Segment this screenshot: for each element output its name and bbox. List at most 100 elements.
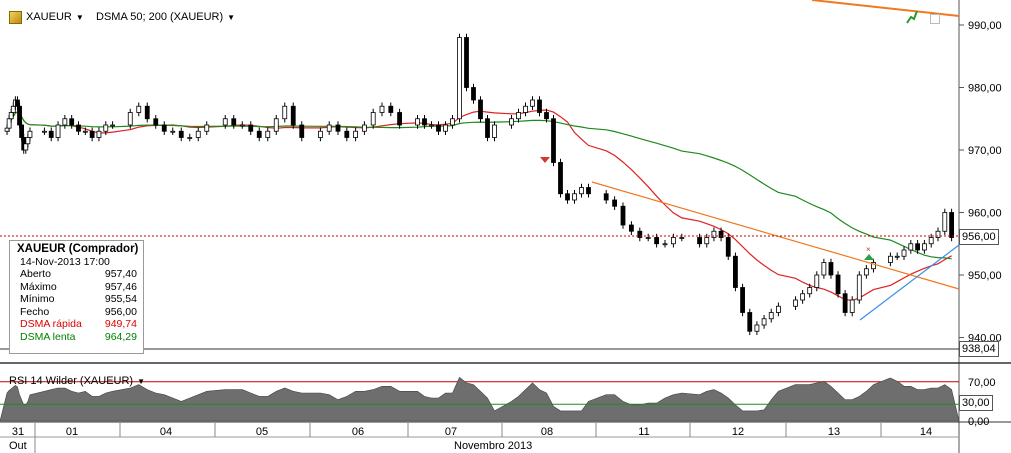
candle-body [485,118,490,138]
candle-body [153,118,159,126]
candle-body [828,262,834,276]
rsi-indicator-selector[interactable]: RSI 14 Wilder (XAUEUR) ▼ [9,373,145,389]
candle-body [436,124,441,132]
sell-signal-marker[interactable] [540,157,550,163]
symbol-selector[interactable]: XAUEUR ▼ [9,9,84,25]
chart-window: 990,00 980,00 970,00 960,00 950,00 940,00 70,… [0,0,1011,453]
candle-body [17,105,22,126]
price-tick-label: 990,00 [968,20,1002,32]
price-tick-label: 980,00 [968,83,1002,95]
candle-body [195,130,201,138]
candle-body [69,118,75,126]
candle-body [537,99,542,113]
info-row-value: 964,29 [104,330,137,343]
candle-body [586,187,591,195]
candle-body [82,130,88,133]
dsma-slow-line [6,111,952,260]
candle-body [551,118,556,163]
info-row: Aberto 957,40 [10,268,143,281]
candle-body [96,130,102,138]
candle-body [776,305,781,313]
candle-body [248,124,254,132]
candle-body [361,124,367,132]
candle-body [935,230,941,238]
support-trendline[interactable] [859,244,960,321]
day-tick-label: 08 [541,426,553,438]
candle-body [800,293,806,301]
month-label-left: Out [9,440,27,452]
info-row: Fecho 956,00 [10,306,143,319]
indicator-selector[interactable]: DSMA 50; 200 (XAUEUR) ▼ [96,9,235,25]
info-row-label: Aberto [20,268,51,280]
candle-body [711,230,717,238]
candle-body [679,237,685,239]
info-row-value: 957,46 [104,280,137,293]
day-tick-label: 05 [256,426,268,438]
info-row: Máximo 957,46 [10,281,143,294]
candle-body [48,130,54,138]
trendlines [591,0,960,321]
candle-body [161,124,167,132]
day-tick-label: 04 [160,426,172,438]
candle-body [397,112,403,126]
moving-averages [6,109,952,302]
candle-body [42,130,47,133]
candle-body [136,105,142,113]
info-rows: Aberto 957,40 Máximo 957,46 Mínimo 955,54 Fech… [10,268,143,343]
info-datetime: 14-Nov-2013 17:00 [20,256,110,268]
info-row-value: 957,40 [104,268,137,280]
chevron-down-icon: ▼ [137,376,145,386]
candle-body [344,130,350,138]
candle-body [25,137,31,145]
candle-body [901,249,907,257]
candle-body [335,124,341,132]
candle-body [761,318,767,326]
window-restore-icon[interactable] [930,14,940,24]
day-tick-label: 14 [920,426,932,438]
candle-body [317,130,323,138]
day-tick-label: 31 [12,426,24,438]
candle-body [326,124,332,132]
candle-body [464,37,469,88]
candle-body [704,237,710,245]
candle-body [835,274,841,295]
indicator-label: DSMA 50; 200 (XAUEUR) [96,11,224,23]
trend-tool-icon[interactable] [906,10,918,24]
candle-body [6,118,12,129]
candle-body [415,118,420,126]
candle-body [888,255,893,263]
buy-signal-marker[interactable] [864,254,874,260]
info-row-label: DSMA lenta [20,330,76,343]
candle-body [740,287,745,313]
candle-body [103,124,109,132]
candle-body [471,87,476,101]
candle-body [492,124,497,138]
candle-body [10,105,16,113]
candle-body [457,37,462,120]
info-row-value: 956,00 [104,305,137,318]
candle-body [144,105,150,120]
candle-body [654,237,659,245]
candle-body [942,212,948,232]
candle-body [908,243,914,251]
candle-body [8,112,14,120]
info-title: XAUEUR (Comprador) [17,243,139,255]
candle-body [662,243,668,246]
price-tick-label: 970,00 [968,145,1002,157]
candle-body [23,143,29,151]
candle-body [370,112,376,126]
candle-body [178,130,184,138]
price-chart[interactable]: 990,00980,00970,00960,00950,00940,00 70,… [0,0,1011,453]
candle-body [863,268,869,276]
candle-body [353,130,359,138]
month-label-center: Novembro 2013 [454,440,533,452]
candle-body [4,127,10,132]
candle-body [509,118,514,126]
info-row-value: 955,54 [104,293,137,305]
candle-body [516,112,521,120]
rsi-label: RSI 14 Wilder (XAUEUR) [9,375,134,387]
candle-body [110,124,115,127]
candle-body [579,187,584,195]
candle-body [89,130,95,138]
candle-body [273,118,279,132]
